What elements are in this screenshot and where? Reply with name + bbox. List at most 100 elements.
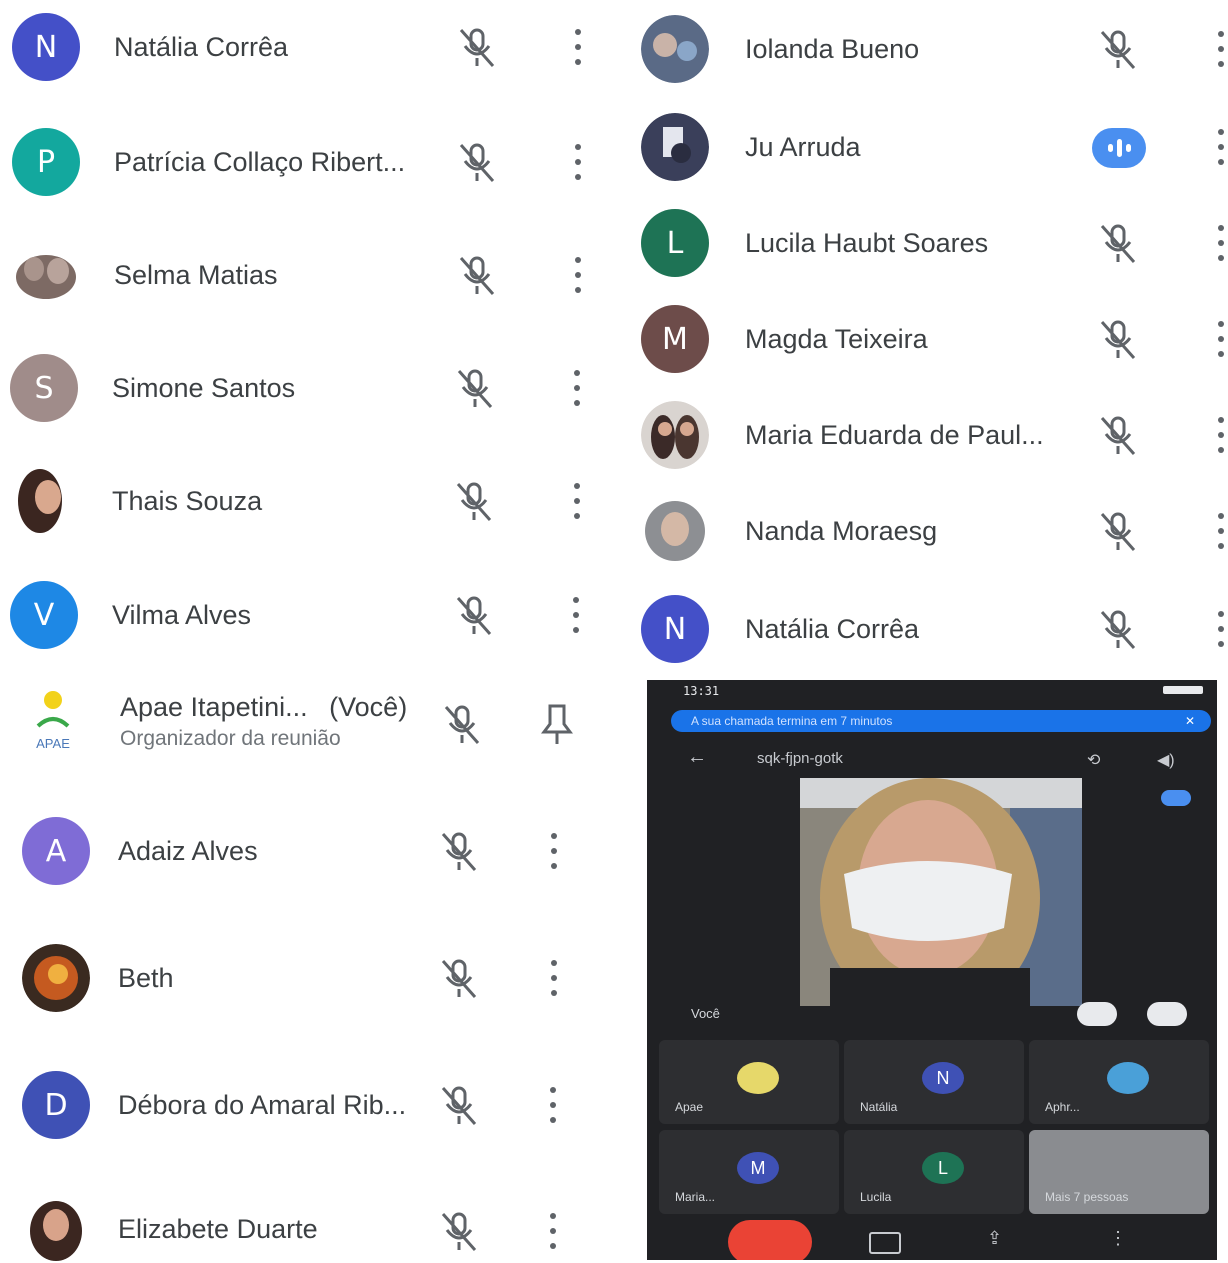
- participant-row[interactable]: Selma Matias: [12, 241, 278, 309]
- participant-row[interactable]: Elizabete Duarte: [22, 1195, 318, 1263]
- avatar: V: [10, 581, 78, 649]
- participant-row[interactable]: V Vilma Alves: [10, 581, 251, 649]
- more-options-icon[interactable]: [573, 29, 583, 65]
- switch-camera-icon[interactable]: ⟲: [1087, 750, 1100, 770]
- more-options-icon[interactable]: [572, 370, 582, 406]
- participant-name: Adaiz Alves: [118, 835, 258, 866]
- participant-row[interactable]: Thais Souza: [10, 467, 262, 535]
- more-options-icon[interactable]: ⋮: [1109, 1228, 1127, 1249]
- more-options-icon[interactable]: [1216, 417, 1226, 453]
- participant-row[interactable]: A Adaiz Alves: [22, 817, 258, 885]
- participant-name: Iolanda Bueno: [745, 33, 920, 64]
- participant-row[interactable]: M Magda Teixeira: [641, 305, 928, 373]
- participant-row[interactable]: Beth: [22, 944, 174, 1012]
- you-label: (Você): [329, 691, 408, 722]
- close-icon[interactable]: ✕: [1185, 710, 1195, 732]
- meeting-code[interactable]: sqk-fjpn-gotk: [757, 750, 843, 767]
- more-options-icon[interactable]: [573, 144, 583, 180]
- participant-tile[interactable]: N Natália: [844, 1040, 1024, 1124]
- mic-off-icon[interactable]: [452, 478, 496, 524]
- mic-off-icon[interactable]: [452, 592, 496, 638]
- tile-label: Mais 7 pessoas: [1045, 1190, 1129, 1204]
- more-options-icon[interactable]: [1216, 31, 1226, 67]
- tile-avatar: [1107, 1062, 1149, 1094]
- speaking-indicator-icon: [1161, 790, 1191, 806]
- svg-text:APAE: APAE: [36, 736, 70, 751]
- fullscreen-icon[interactable]: [1147, 1002, 1187, 1026]
- participant-name: Apae Itapetini...: [120, 691, 308, 722]
- self-label: Você: [691, 1006, 720, 1021]
- self-video: [800, 778, 1082, 1006]
- tile-avatar: N: [922, 1062, 964, 1094]
- mic-off-icon[interactable]: [437, 955, 481, 1001]
- camera-icon[interactable]: [869, 1232, 901, 1254]
- participant-name: Thais Souza: [112, 485, 263, 516]
- participant-name: Natália Corrêa: [745, 613, 920, 644]
- avatar: P: [12, 128, 80, 196]
- mic-off-icon[interactable]: [1096, 508, 1140, 554]
- mic-off-icon[interactable]: [455, 139, 499, 185]
- participant-row[interactable]: N Natália Corrêa: [641, 595, 919, 663]
- mic-off-icon[interactable]: [455, 24, 499, 70]
- participant-row[interactable]: L Lucila Haubt Soares: [641, 209, 988, 277]
- participant-row[interactable]: N Natália Corrêa: [12, 13, 288, 81]
- back-arrow-icon[interactable]: ←: [687, 746, 707, 769]
- end-call-button[interactable]: [728, 1220, 812, 1260]
- tile-avatar: [737, 1062, 779, 1094]
- more-options-icon[interactable]: [548, 1213, 558, 1249]
- participant-tile[interactable]: Apae: [659, 1040, 839, 1124]
- more-options-icon[interactable]: [1216, 513, 1226, 549]
- participant-tile[interactable]: L Lucila: [844, 1130, 1024, 1214]
- mic-off-icon[interactable]: [440, 701, 484, 747]
- participant-name: Simone Santos: [112, 372, 296, 403]
- more-options-icon[interactable]: [1216, 321, 1226, 357]
- organizer-label: Organizador da reunião: [120, 726, 341, 750]
- mic-off-icon[interactable]: [437, 828, 481, 874]
- more-options-icon[interactable]: [549, 960, 559, 996]
- more-options-icon[interactable]: [549, 833, 559, 869]
- participant-row-self[interactable]: APAE Apae Itapetini... (Você) Organizado…: [22, 682, 407, 760]
- participant-row[interactable]: Nanda Moraesg: [641, 497, 937, 565]
- participant-row[interactable]: Ju Arruda: [641, 113, 861, 181]
- more-options-icon[interactable]: [571, 597, 581, 633]
- avatar-photo: [641, 497, 709, 565]
- participant-name: Débora do Amaral Rib...: [118, 1089, 407, 1120]
- present-icon[interactable]: ⇪: [987, 1228, 1002, 1249]
- more-options-icon[interactable]: [548, 1087, 558, 1123]
- participant-name: Natália Corrêa: [114, 31, 289, 62]
- pin-icon[interactable]: [540, 702, 574, 746]
- participant-row[interactable]: D Débora do Amaral Rib...: [22, 1071, 406, 1139]
- tile-label: Aphr...: [1045, 1100, 1080, 1114]
- mic-off-icon[interactable]: [1096, 606, 1140, 652]
- mic-off-icon[interactable]: [437, 1082, 481, 1128]
- mic-off-icon[interactable]: [1096, 26, 1140, 72]
- more-options-icon[interactable]: [1216, 225, 1226, 261]
- avatar-photo: [641, 113, 709, 181]
- mic-off-icon[interactable]: [1096, 412, 1140, 458]
- speaker-icon[interactable]: ◀): [1157, 750, 1175, 770]
- status-bar: 13:31: [647, 680, 1217, 702]
- more-options-icon[interactable]: [1216, 611, 1226, 647]
- more-options-icon[interactable]: [1216, 129, 1226, 165]
- speaking-indicator-icon: [1092, 128, 1146, 168]
- mic-off-icon[interactable]: [453, 365, 497, 411]
- more-people-tile[interactable]: Mais 7 pessoas: [1029, 1130, 1209, 1214]
- participant-tile[interactable]: M Maria...: [659, 1130, 839, 1214]
- participant-tile[interactable]: Aphr...: [1029, 1040, 1209, 1124]
- avatar-photo: [22, 944, 90, 1012]
- participant-row[interactable]: P Patrícia Collaço Ribert...: [12, 128, 405, 196]
- more-options-icon[interactable]: [573, 257, 583, 293]
- participant-row[interactable]: S Simone Santos: [10, 354, 295, 422]
- avatar: S: [10, 354, 78, 422]
- mute-toggle-icon[interactable]: [1077, 1002, 1117, 1026]
- mic-off-icon[interactable]: [437, 1208, 481, 1254]
- avatar-photo: [12, 241, 80, 309]
- mic-off-icon[interactable]: [455, 252, 499, 298]
- participant-name: Patrícia Collaço Ribert...: [114, 146, 406, 177]
- mic-off-icon[interactable]: [1096, 220, 1140, 266]
- participant-row[interactable]: Maria Eduarda de Paul...: [641, 401, 1044, 469]
- mic-off-icon[interactable]: [1096, 316, 1140, 362]
- participant-name: Magda Teixeira: [745, 323, 928, 354]
- participant-row[interactable]: Iolanda Bueno: [641, 15, 919, 83]
- more-options-icon[interactable]: [572, 483, 582, 519]
